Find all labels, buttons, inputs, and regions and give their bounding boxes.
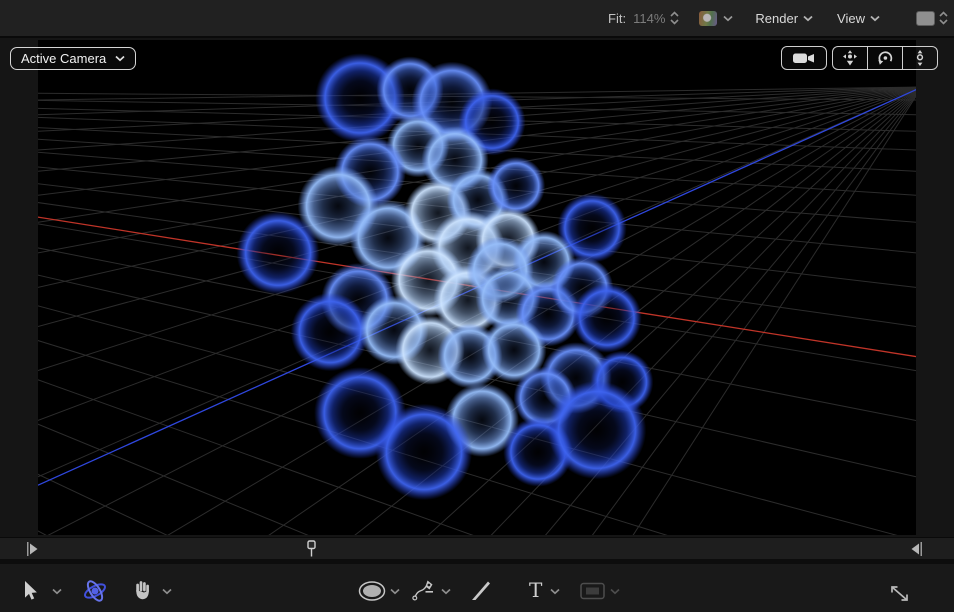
view-menu[interactable]: View — [837, 11, 865, 26]
chevron-down-icon[interactable] — [162, 588, 172, 595]
layout-stepper[interactable] — [939, 11, 948, 25]
layout-swatch[interactable] — [916, 11, 935, 26]
camera-popup-label: Active Camera — [21, 51, 106, 66]
color-swatch[interactable] — [699, 11, 717, 26]
shape-oval-tool[interactable] — [358, 581, 386, 601]
expand-view-icon[interactable] — [886, 581, 914, 605]
pan-3d-icon — [840, 48, 860, 68]
play-range-out-marker[interactable] — [910, 541, 922, 557]
zoom-stepper[interactable] — [670, 11, 679, 25]
camera-popup-button[interactable]: Active Camera — [10, 47, 136, 70]
playhead[interactable] — [305, 540, 318, 557]
bezier-pen-tool[interactable] — [412, 578, 438, 604]
rect-mask-tool-disabled — [579, 581, 607, 601]
dolly-3d-icon — [910, 48, 930, 68]
chevron-down-icon[interactable] — [550, 588, 560, 595]
play-range-in-marker[interactable] — [27, 541, 39, 557]
pan-hand-tool[interactable] — [131, 578, 155, 603]
camera-view-button[interactable] — [781, 46, 827, 70]
top-toolbar: Fit: 114% Render View — [0, 0, 954, 38]
zoom-value: 114% — [633, 11, 665, 26]
view-tools — [781, 46, 938, 70]
pan-3d-button[interactable] — [833, 47, 867, 69]
orbit-3d-icon — [875, 48, 895, 68]
line-brush-tool[interactable] — [469, 578, 493, 604]
render-menu[interactable]: Render — [755, 11, 798, 26]
canvas-viewport[interactable] — [38, 40, 916, 535]
view-tool-group — [832, 46, 938, 70]
fit-label: Fit: — [608, 11, 626, 26]
motion-canvas-window: { "header": { "fit_label": "Fit:", "zoom… — [0, 0, 954, 612]
text-tool[interactable]: T — [529, 580, 542, 600]
bottom-toolbar: T — [0, 559, 954, 612]
orbit-3d-button[interactable] — [867, 47, 902, 69]
canvas-area: Active Camera — [0, 38, 954, 537]
dolly-3d-button[interactable] — [902, 47, 937, 69]
chevron-down-icon[interactable] — [441, 588, 451, 595]
chevron-down-icon[interactable] — [870, 15, 880, 22]
chevron-down-icon[interactable] — [803, 15, 813, 22]
chevron-down-icon[interactable] — [52, 588, 62, 595]
canvas-3d-view[interactable] — [38, 40, 916, 535]
chevron-down-icon — [115, 55, 125, 62]
adjust-3d-transform-tool[interactable] — [82, 579, 108, 603]
select-arrow-tool[interactable] — [18, 579, 42, 603]
chevron-down-icon — [610, 588, 620, 595]
camera-icon — [791, 49, 817, 67]
mini-timeline[interactable] — [0, 537, 954, 559]
chevron-down-icon[interactable] — [723, 15, 733, 22]
chevron-down-icon[interactable] — [390, 588, 400, 595]
